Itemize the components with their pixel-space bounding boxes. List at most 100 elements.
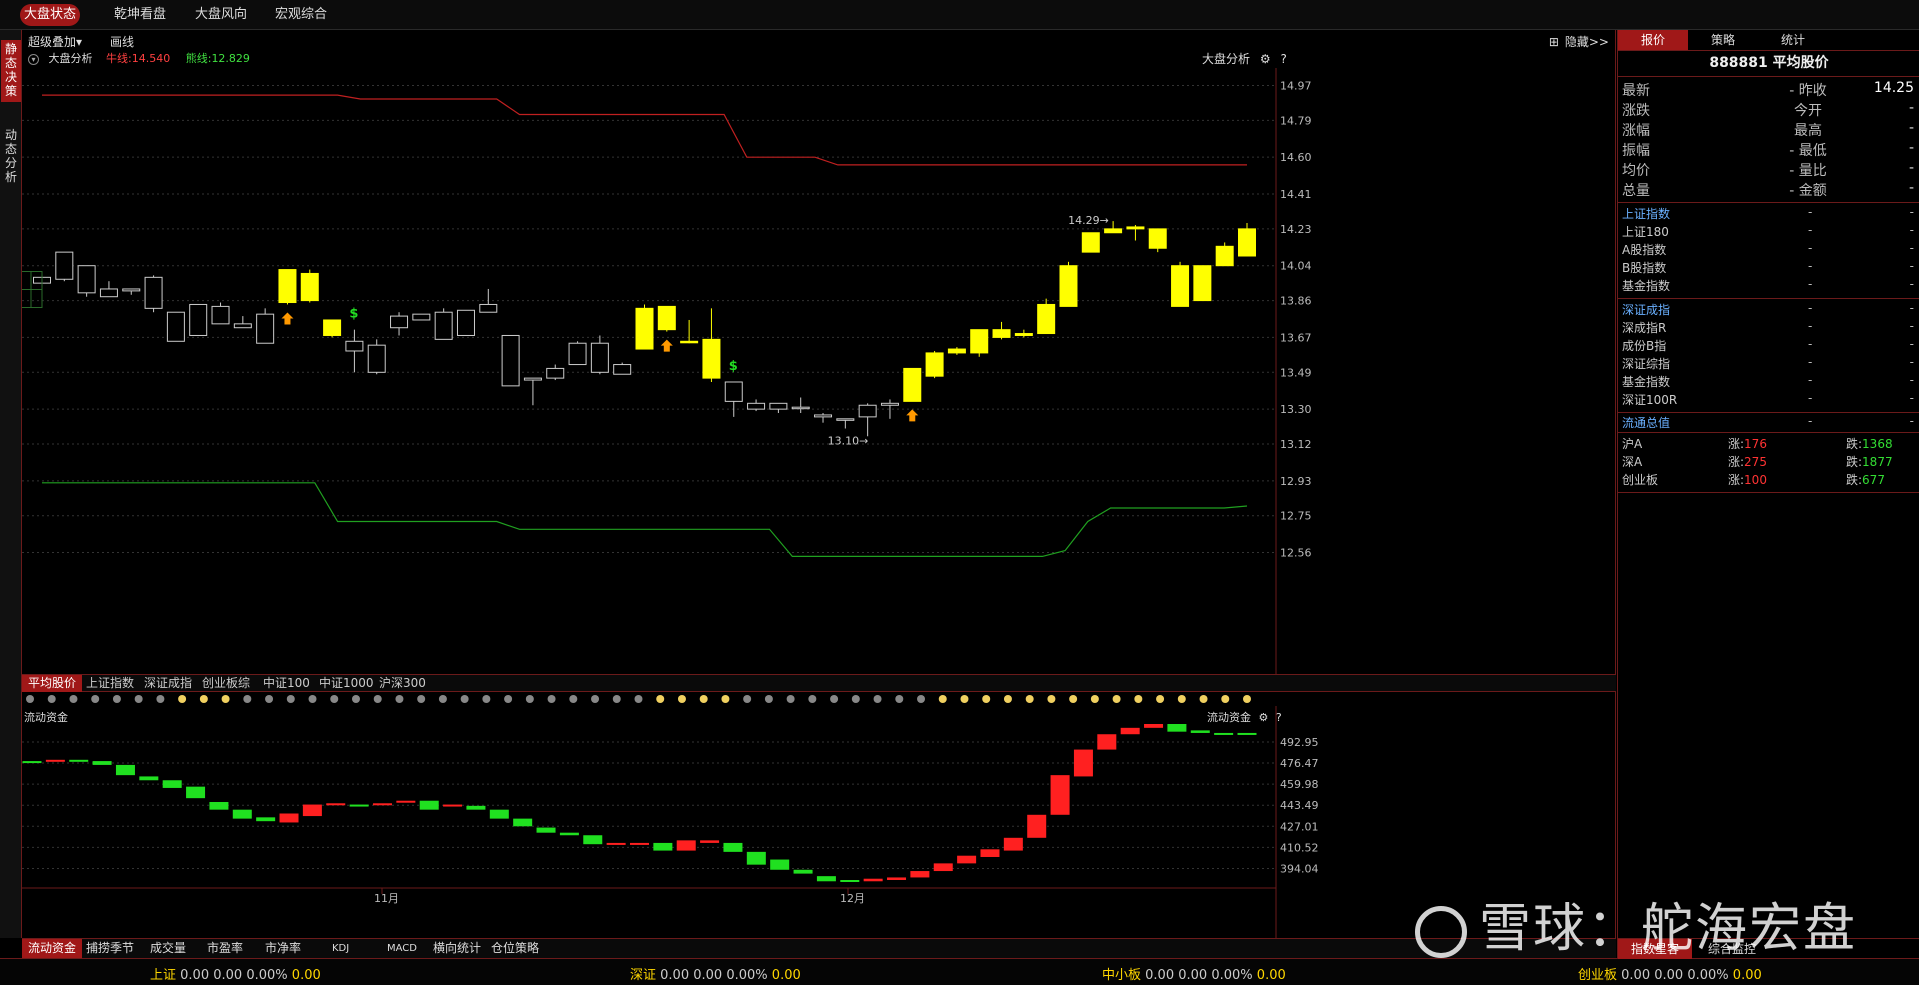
signal-dot [26, 695, 34, 703]
tab-flow[interactable]: 流动资金 [22, 939, 83, 958]
tab-position-strategy[interactable]: 仓位策略 [485, 939, 545, 958]
status-sh-v2: 0.00 [213, 968, 243, 983]
tab-horizontal-stats[interactable]: 横向统计 [427, 939, 487, 958]
breadth-up: 涨:275 [1728, 453, 1767, 470]
index-row[interactable]: 深证成指 - - [1618, 301, 1919, 319]
tab-quote[interactable]: 报价 [1618, 30, 1688, 50]
index-value: - [1808, 259, 1813, 273]
tab-dynamic-analysis[interactable]: 动态分析 [1, 126, 21, 188]
tab-sh-index[interactable]: 上证指数 [80, 675, 140, 692]
index-row[interactable]: 深证综指 - - [1618, 355, 1919, 373]
index-row[interactable]: 基金指数 - - [1618, 277, 1919, 295]
index-row[interactable]: 上证180 - - [1618, 223, 1919, 241]
index-row[interactable]: 上证指数 - - [1618, 205, 1919, 223]
high-annotation: 14.29→ [1068, 214, 1109, 227]
flow-bar [139, 776, 159, 781]
tab-kdj[interactable]: KDJ [326, 939, 355, 958]
index-change: - [1909, 355, 1914, 369]
index-change: - [1909, 259, 1914, 273]
status-sme-v2: 0.00 [1178, 968, 1208, 983]
candle-body [501, 334, 520, 387]
flow-bar [115, 764, 135, 776]
index-row[interactable]: A股指数 - - [1618, 241, 1919, 259]
signal-dot [1025, 695, 1034, 703]
tab-pe[interactable]: 市盈率 [201, 939, 249, 958]
candle-body [791, 406, 810, 410]
quote-value: - [1908, 100, 1914, 116]
status-sz: 深证 0.00 0.00 0.00% 0.00 [630, 964, 801, 983]
index-value: - [1808, 277, 1813, 291]
y-tick-label: 14.79 [1280, 114, 1312, 127]
status-sh-v3: 0.00 [291, 968, 321, 983]
flow-bar [256, 817, 276, 822]
tab-avg-price[interactable]: 平均股价 [22, 675, 83, 692]
tab-macd[interactable]: MACD [381, 939, 423, 958]
tab-qiankun[interactable]: 乾坤看盘 [112, 4, 168, 26]
y-tick-label: 410.52 [1280, 841, 1319, 854]
tab-pb[interactable]: 市净率 [259, 939, 307, 958]
breadth-label: 沪A [1622, 437, 1643, 451]
flow-bar [1050, 775, 1070, 815]
tab-sz-index[interactable]: 深证成指 [138, 675, 198, 692]
index-value: - [1808, 355, 1813, 369]
index-row[interactable]: 深成指R - - [1618, 319, 1919, 337]
y-tick-label: 12.75 [1280, 510, 1312, 523]
flow-bar [1167, 724, 1187, 732]
flow-bar [302, 804, 322, 817]
tab-csi300[interactable]: 沪深300 [373, 675, 432, 692]
candle-body [1126, 226, 1145, 230]
index-row[interactable]: 基金指数 - - [1618, 373, 1919, 391]
tab-fishing-season[interactable]: 捕捞季节 [80, 939, 140, 958]
index-row[interactable]: 深证100R - - [1618, 391, 1919, 409]
quote-value: 14.25 [1873, 80, 1914, 96]
index-change: - [1909, 241, 1914, 255]
index-row[interactable]: B股指数 - - [1618, 259, 1919, 277]
candle-body [657, 305, 676, 331]
signal-dot [47, 695, 56, 703]
index-row[interactable]: 成份B指 - - [1618, 337, 1919, 355]
flow-bar [559, 832, 579, 836]
flow-bar [232, 809, 252, 819]
candle-body [390, 315, 409, 329]
tab-csi1000[interactable]: 中证1000 [313, 675, 380, 692]
quote-row: 涨跌 今开 - [1618, 100, 1919, 120]
flow-bar [513, 818, 533, 827]
index-row[interactable]: 流通总值 - - [1618, 414, 1919, 432]
tab-market-trend[interactable]: 大盘风向 [193, 4, 249, 26]
signal-dot [1156, 695, 1165, 703]
breadth-up-value: 275 [1744, 455, 1767, 469]
tab-macro[interactable]: 宏观综合 [273, 4, 329, 26]
flow-bar [209, 802, 229, 810]
flow-bar [723, 842, 743, 852]
candle-body [724, 381, 743, 402]
capital-flow-chart[interactable]: 492.95 476.47 459.98 443.49 427.01 410.52 394.… [22, 706, 1616, 938]
candle-body [523, 377, 542, 381]
index-label: 深证成指 [1622, 303, 1671, 317]
flow-bar [372, 803, 392, 806]
candle-body [211, 305, 230, 325]
flow-bar [1120, 727, 1140, 735]
flow-bar [746, 851, 766, 865]
candlestick-chart[interactable]: 14.97 14.79 14.60 14.41 14.23 14.04 13.86 13.67… [22, 30, 1616, 674]
y-tick-label: 14.41 [1280, 188, 1312, 201]
signal-dot [547, 695, 556, 703]
breadth-label: 创业板 [1622, 473, 1659, 487]
tab-stats[interactable]: 统计 [1758, 30, 1828, 50]
breadth-row: 创业板 涨:100 跌:677 [1618, 471, 1919, 489]
breadth-down: 跌:1368 [1846, 435, 1893, 452]
candle-body [568, 342, 587, 366]
buy-arrow-icon [281, 312, 294, 325]
signal-dot [91, 695, 100, 703]
tab-gem-index[interactable]: 创业板综 [196, 675, 256, 692]
flow-bar [1003, 837, 1023, 851]
tab-csi100[interactable]: 中证100 [257, 675, 316, 692]
y-tick-label: 459.98 [1280, 778, 1319, 791]
y-tick-label: 14.04 [1280, 260, 1312, 273]
tab-strategy[interactable]: 策略 [1688, 30, 1758, 50]
tab-static-decision[interactable]: 静态决策 [1, 40, 21, 102]
flow-bar [840, 880, 860, 882]
index-label: 成份B指 [1622, 339, 1667, 353]
quote-row: 涨幅 最高 - [1618, 120, 1919, 140]
tab-volume[interactable]: 成交量 [144, 939, 192, 958]
tab-market-status[interactable]: 大盘状态 [20, 4, 80, 26]
